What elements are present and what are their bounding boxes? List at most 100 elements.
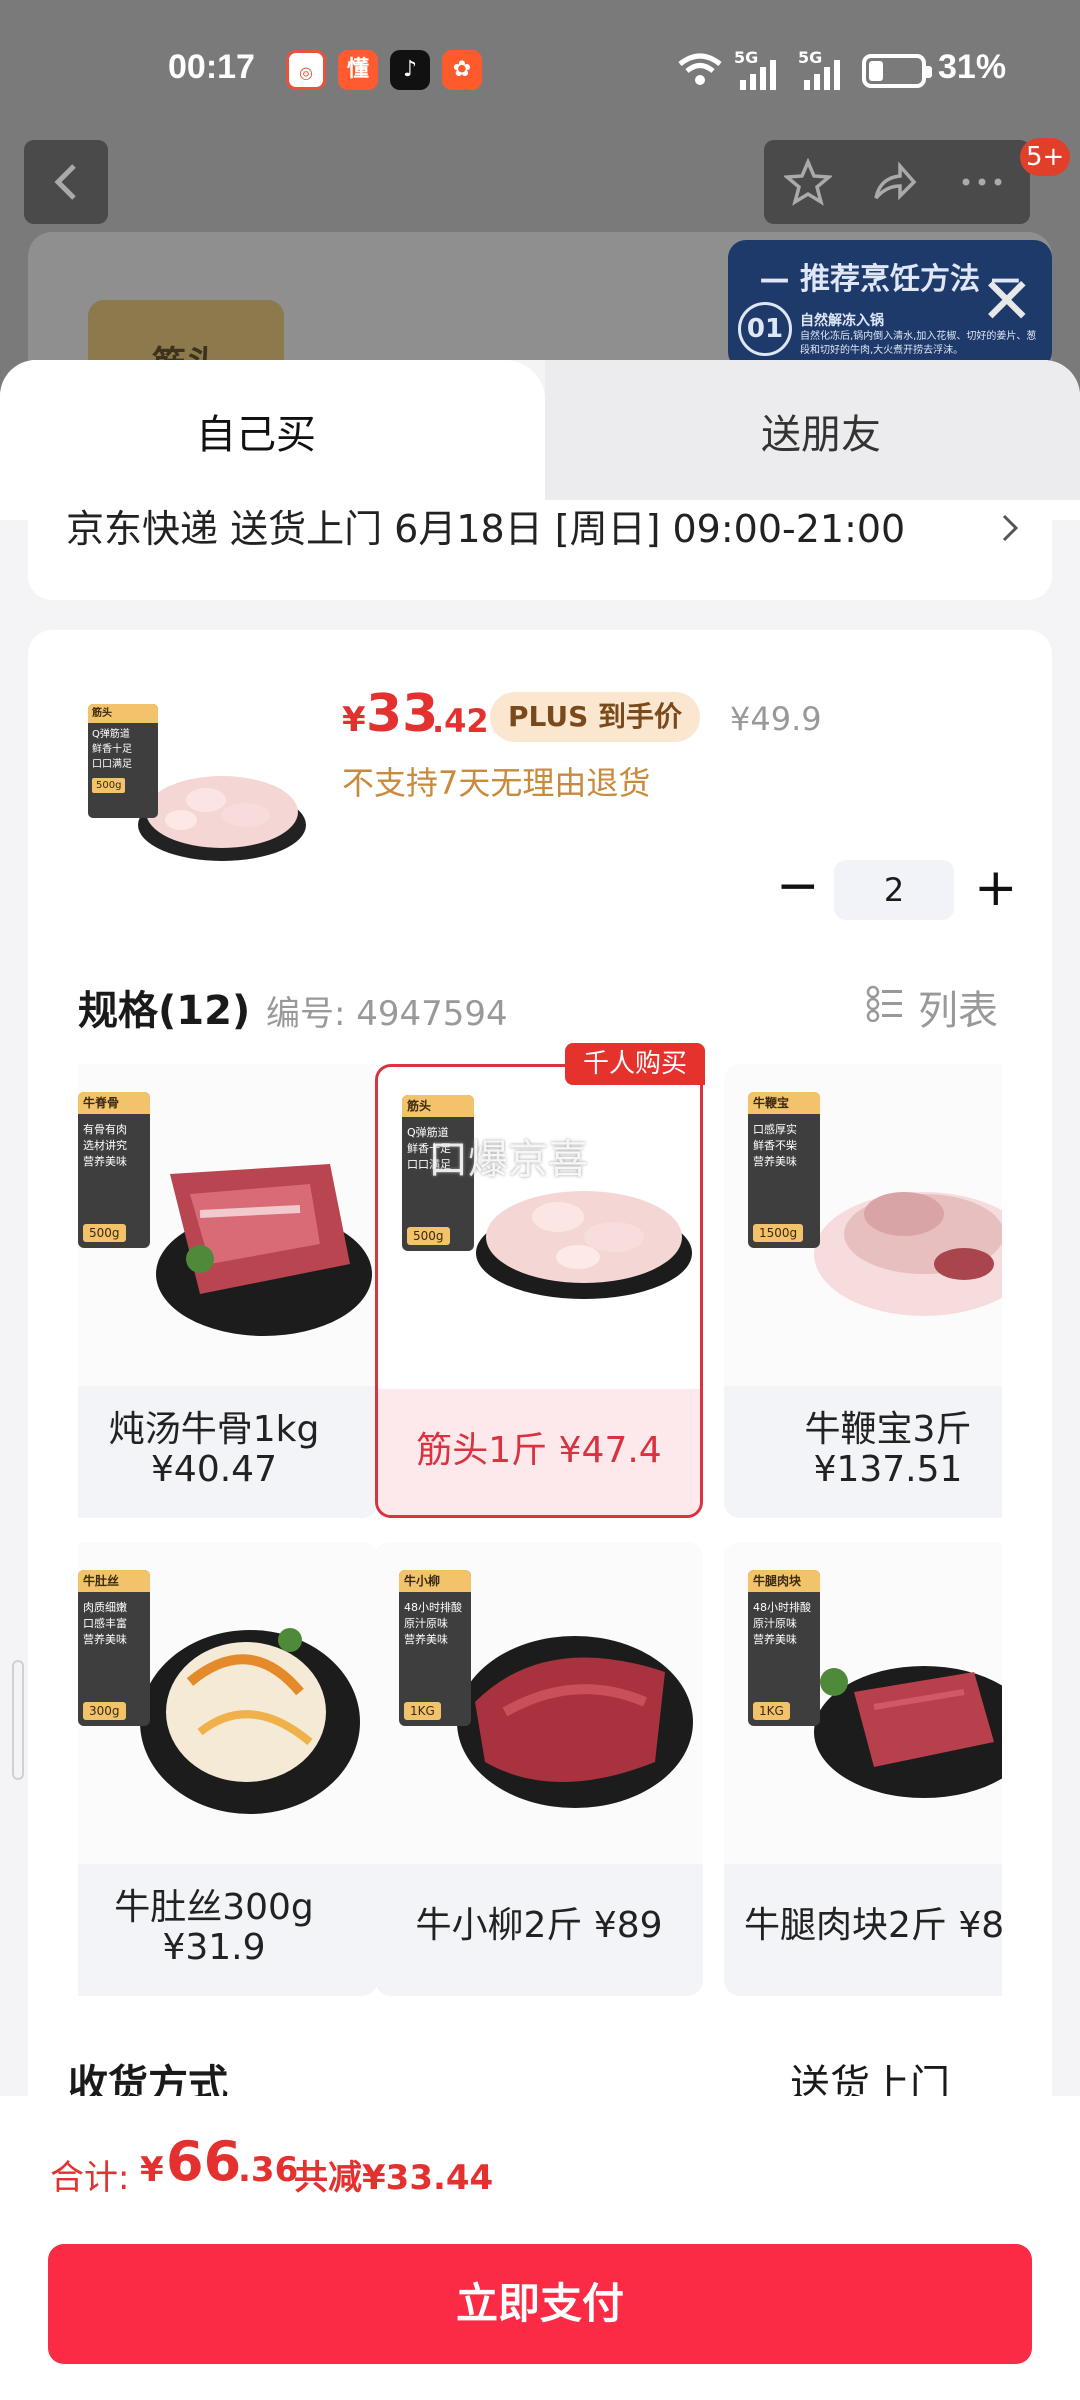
tab-buy-self[interactable]: 自己买: [0, 360, 545, 500]
recipe-step-title: 自然解冻入锅: [800, 313, 884, 329]
return-policy: 不支持7天无理由退货: [342, 764, 651, 802]
more-icon[interactable]: [958, 158, 1006, 206]
delivery-info: 京东快递 送货上门 6月18日 [周日] 09:00-21:00: [66, 507, 906, 551]
package-bullet: 营养美味: [404, 1633, 448, 1646]
spec-item-label: 筋头1斤 ¥47.4: [378, 1389, 700, 1515]
product-thumbnail: 筋头 Q弹筋道 鲜香十足 口口满足 500g: [86, 700, 316, 865]
signal-icon-2: [804, 60, 840, 90]
tab-gift-friend[interactable]: 送朋友: [545, 360, 1080, 500]
chevron-right-icon: [1002, 514, 1019, 542]
quantity-input[interactable]: 2: [834, 860, 954, 920]
package-name: 牛肚丝: [78, 1570, 150, 1592]
spec-item-name: 牛腿肉块2斤 ¥8: [744, 1905, 1002, 1946]
spec-item-label: 炖汤牛骨1kg ¥40.47: [78, 1386, 378, 1518]
spec-item[interactable]: 牛腿肉块 48小时排酸 原汁原味 营养美味 1KG 牛腿肉块2斤 ¥8: [724, 1542, 1002, 1996]
share-icon[interactable]: [870, 158, 918, 206]
app-icon-2: 懂: [338, 50, 378, 90]
top-actions: [764, 140, 1030, 224]
spec-item-selected[interactable]: 筋头 Q弹筋道 鲜香十足 口口满足 500g 口爆京喜 筋头1斤 ¥47.4: [375, 1064, 703, 1518]
spec-item[interactable]: 牛脊骨 有骨有肉 选材讲究 营养美味 500g 炖汤牛骨1kg ¥40.47: [78, 1064, 378, 1518]
package-bullet: 原汁原味: [404, 1617, 448, 1630]
package-bullet: 营养美味: [83, 1633, 127, 1646]
spec-item-image: 牛肚丝 肉质细嫩 口感丰富 营养美味 300g: [78, 1542, 378, 1864]
quantity-minus-button[interactable]: −: [776, 860, 820, 914]
plus-price-tag: PLUS 到手价: [490, 692, 701, 742]
total-discount: 共减¥33.44: [294, 2158, 494, 2198]
spec-title: 规格(12): [78, 988, 251, 1034]
status-bar: 00:17 ◎ 懂 ♪ ✿ 5G 5G 31%: [0, 0, 1080, 140]
spec-item-name: 牛肚丝300g: [114, 1887, 314, 1928]
status-time: 00:17: [168, 48, 255, 86]
spec-item-image: 牛鞭宝 口感厚实 鲜香不柴 营养美味 1500g: [724, 1064, 1002, 1386]
spec-item[interactable]: 牛鞭宝 口感厚实 鲜香不柴 营养美味 1500g 牛鞭宝3斤 ¥137.51: [724, 1064, 1002, 1518]
spec-item-label: 牛腿肉块2斤 ¥8: [724, 1864, 1002, 1996]
package-weight: 1KG: [753, 1702, 790, 1720]
pay-now-button[interactable]: 立即支付: [48, 2244, 1032, 2364]
total-integer: 66: [166, 2130, 242, 2193]
original-price: ¥49.9: [730, 700, 822, 738]
back-button[interactable]: [24, 140, 108, 224]
package-bullet: 口感厚实: [753, 1123, 797, 1136]
spec-item-name: 炖汤牛骨1kg: [108, 1409, 320, 1450]
package-label: 牛小柳 48小时排酸 原汁原味 营养美味 1KG: [399, 1570, 471, 1726]
signal-icon-1: [740, 60, 776, 90]
tab-gift-friend-label: 送朋友: [761, 412, 881, 458]
package-bullet: 48小时排酸: [753, 1601, 811, 1614]
notification-badge: 5+: [1020, 138, 1071, 176]
app-icon-4: ✿: [442, 50, 482, 90]
recipe-step-number: 01: [738, 302, 792, 356]
spec-code: 编号: 4947594: [266, 994, 508, 1034]
spec-item-price: ¥40.47: [151, 1449, 277, 1490]
package-bullet: 有骨有肉: [83, 1123, 127, 1136]
package-bullet: 肉质细嫩: [83, 1601, 127, 1614]
side-scroll-handle[interactable]: [12, 1660, 24, 1780]
thumb-tag: 筋头: [88, 704, 158, 723]
spec-item-name: 筋头1斤 ¥47.4: [416, 1430, 662, 1471]
package-bullet: 选材讲究: [83, 1139, 127, 1152]
package-weight: 300g: [83, 1702, 126, 1720]
price-symbol: ¥: [342, 700, 366, 740]
package-bullet: 48小时排酸: [404, 1601, 462, 1614]
spec-item-name: 牛鞭宝3斤: [804, 1409, 972, 1450]
spec-item-label: 牛肚丝300g ¥31.9: [78, 1864, 378, 1996]
package-label: 牛脊骨 有骨有肉 选材讲究 营养美味 500g: [78, 1092, 150, 1248]
package-bullet: 鲜香不柴: [753, 1139, 797, 1152]
thumb-weight: 500g: [92, 778, 126, 793]
total-label: 合计:: [50, 2158, 130, 2198]
package-label: 牛腿肉块 48小时排酸 原汁原味 营养美味 1KG: [748, 1570, 820, 1726]
view-toggle-label[interactable]: 列表: [918, 978, 998, 1036]
thumb-bullet: 口口满足: [92, 759, 132, 770]
spec-item-price: ¥31.9: [162, 1927, 266, 1968]
star-icon[interactable]: [784, 158, 832, 206]
app-icon-tiktok: ♪: [390, 50, 430, 90]
list-view-icon[interactable]: [866, 984, 904, 1022]
spec-item-image: 牛腿肉块 48小时排酸 原汁原味 营养美味 1KG: [724, 1542, 1002, 1864]
hot-sale-tag: 千人购买: [565, 1043, 705, 1085]
wifi-icon: [678, 53, 722, 85]
package-bullet: 营养美味: [83, 1155, 127, 1168]
package-weight: 1500g: [753, 1224, 804, 1242]
chevron-left-icon: [54, 164, 76, 200]
thumb-package-label: 筋头 Q弹筋道 鲜香十足 口口满足 500g: [88, 704, 158, 818]
spec-item[interactable]: 牛小柳 48小时排酸 原汁原味 营养美味 1KG 牛小柳2斤 ¥89: [375, 1542, 703, 1996]
battery-icon: [862, 54, 932, 88]
spec-item-image: 牛脊骨 有骨有肉 选材讲究 营养美味 500g: [78, 1064, 378, 1386]
spec-item-label: 牛小柳2斤 ¥89: [375, 1864, 703, 1996]
spec-item[interactable]: 牛肚丝 肉质细嫩 口感丰富 营养美味 300g 牛肚丝300g ¥31.9: [78, 1542, 378, 1996]
package-weight: 500g: [407, 1227, 450, 1245]
package-weight: 500g: [83, 1224, 126, 1242]
spec-item-label: 牛鞭宝3斤 ¥137.51: [724, 1386, 1002, 1518]
spec-item-name: 牛小柳2斤 ¥89: [415, 1905, 663, 1946]
battery-percent: 31%: [938, 48, 1007, 86]
package-name: 筋头: [402, 1095, 474, 1117]
spec-item-price: ¥137.51: [813, 1449, 963, 1490]
package-name: 牛腿肉块: [748, 1570, 820, 1592]
app-icon-1: ◎: [286, 50, 326, 90]
quantity-plus-button[interactable]: +: [974, 862, 1018, 914]
close-icon[interactable]: ✕: [980, 270, 1034, 334]
total-symbol: ¥: [140, 2150, 164, 2190]
spec-item-image: 牛小柳 48小时排酸 原汁原味 营养美味 1KG: [375, 1542, 703, 1864]
thumb-bullet: 鲜香十足: [92, 744, 132, 755]
delivery-card[interactable]: 京东快递 送货上门 6月18日 [周日] 09:00-21:00: [28, 500, 1052, 600]
package-weight: 1KG: [404, 1702, 441, 1720]
